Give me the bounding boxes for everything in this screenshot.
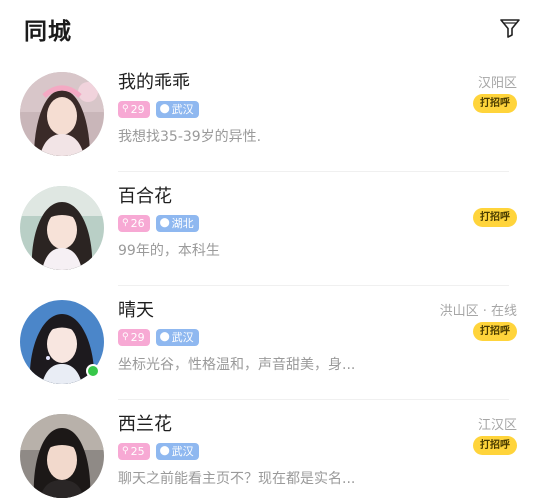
user-name: 百合花 xyxy=(118,186,172,207)
location-pin-icon: ⬤ xyxy=(159,104,170,114)
user-row[interactable]: 百合花 ⚲ 26 ⬤ 湖北 99年的，本科生 打招呼 xyxy=(0,172,533,286)
user-tags: ⚲ 26 ⬤ 湖北 xyxy=(118,215,199,232)
gender-female-icon: ⚲ xyxy=(122,104,129,114)
gender-female-icon: ⚲ xyxy=(122,218,129,228)
location-pin-icon: ⬤ xyxy=(159,446,170,456)
header-bar: 同城 xyxy=(0,0,533,60)
location-pin-icon: ⬤ xyxy=(159,332,170,342)
location-pin-icon: ⬤ xyxy=(159,218,170,228)
user-district: 江汉区 xyxy=(477,418,517,433)
avatar[interactable] xyxy=(20,186,104,270)
user-row[interactable]: 晴天 ⚲ 29 ⬤ 武汉 坐标光谷，性格温和，声音甜美，身... 洪山区 · 在线 … xyxy=(0,286,533,400)
user-tags: ⚲ 29 ⬤ 武汉 xyxy=(118,101,199,118)
location-tag: ⬤ 武汉 xyxy=(155,443,199,460)
age-tag: ⚲ 29 xyxy=(118,329,150,346)
age-tag: ⚲ 25 xyxy=(118,443,150,460)
gender-female-icon: ⚲ xyxy=(122,332,129,342)
user-district: 汉阳区 xyxy=(477,76,517,91)
user-row[interactable]: 西兰花 ⚲ 25 ⬤ 武汉 聊天之前能看主页不？现在都是实名... 江汉区 打招呼 xyxy=(0,400,533,501)
user-list: 我的乖乖 ⚲ 29 ⬤ 武汉 我想找35-39岁的异性. 汉阳区 打招呼 百合花 ⚲… xyxy=(0,58,533,501)
greet-button[interactable]: 打招呼 xyxy=(473,436,517,455)
greet-button[interactable]: 打招呼 xyxy=(473,94,517,113)
user-name: 晴天 xyxy=(118,300,154,321)
greet-button[interactable]: 打招呼 xyxy=(473,322,517,341)
greet-button[interactable]: 打招呼 xyxy=(473,208,517,227)
filter-icon[interactable] xyxy=(498,16,522,40)
user-bio: 坐标光谷，性格温和，声音甜美，身... xyxy=(118,357,356,373)
user-bio: 我想找35-39岁的异性. xyxy=(118,129,262,145)
user-tags: ⚲ 25 ⬤ 武汉 xyxy=(118,443,199,460)
age-tag: ⚲ 29 xyxy=(118,101,150,118)
user-district: 洪山区 · 在线 xyxy=(439,304,517,319)
location-tag: ⬤ 武汉 xyxy=(155,329,199,346)
online-status-indicator xyxy=(86,364,100,378)
avatar[interactable] xyxy=(20,72,104,156)
user-bio: 聊天之前能看主页不？现在都是实名... xyxy=(118,471,356,487)
user-bio: 99年的，本科生 xyxy=(118,243,220,259)
location-tag: ⬤ 武汉 xyxy=(155,101,199,118)
user-name: 我的乖乖 xyxy=(118,72,190,93)
age-tag: ⚲ 26 xyxy=(118,215,150,232)
gender-female-icon: ⚲ xyxy=(122,446,129,456)
user-row[interactable]: 我的乖乖 ⚲ 29 ⬤ 武汉 我想找35-39岁的异性. 汉阳区 打招呼 xyxy=(0,58,533,172)
page-title: 同城 xyxy=(24,19,72,45)
user-tags: ⚲ 29 ⬤ 武汉 xyxy=(118,329,199,346)
location-tag: ⬤ 湖北 xyxy=(155,215,199,232)
avatar[interactable] xyxy=(20,414,104,498)
user-name: 西兰花 xyxy=(118,414,172,435)
